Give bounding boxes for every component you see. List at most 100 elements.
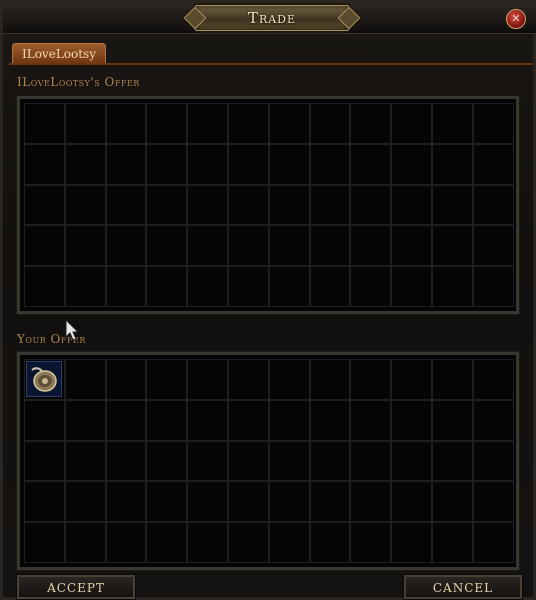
their-offer-slot[interactable] — [146, 103, 188, 144]
your-offer-slot[interactable] — [146, 522, 188, 563]
their-offer-slot[interactable] — [187, 266, 228, 307]
your-offer-slot[interactable] — [391, 481, 432, 523]
your-offer-slot[interactable] — [391, 440, 432, 482]
their-offer-slot[interactable] — [472, 143, 514, 185]
your-offer-slot[interactable] — [187, 359, 228, 400]
your-offer-slot[interactable] — [268, 440, 310, 482]
your-offer-slot[interactable] — [105, 440, 147, 482]
your-offer-slot[interactable] — [472, 359, 514, 400]
their-offer-slot[interactable] — [309, 184, 351, 226]
their-offer-slot[interactable] — [227, 103, 269, 144]
tab-player[interactable]: ILoveLootsy — [12, 43, 106, 64]
your-offer-slot[interactable] — [64, 399, 106, 441]
their-offer-slot[interactable] — [227, 266, 269, 307]
your-offer-slot[interactable] — [391, 359, 432, 400]
your-offer-slot[interactable] — [187, 522, 228, 563]
their-offer-slot[interactable] — [431, 143, 473, 185]
their-offer-slot[interactable] — [431, 184, 473, 226]
their-offer-slot[interactable] — [309, 103, 351, 144]
their-offer-slot[interactable] — [105, 143, 147, 185]
their-offer-slot[interactable] — [187, 103, 228, 144]
their-offer-slot[interactable] — [105, 266, 147, 307]
close-button[interactable]: ✕ — [506, 9, 526, 29]
your-offer-slot[interactable] — [309, 359, 351, 400]
your-offer-slot[interactable] — [431, 440, 473, 482]
your-offer-slot[interactable] — [64, 359, 106, 400]
their-offer-slot[interactable] — [227, 143, 269, 185]
their-offer-slot[interactable] — [350, 184, 392, 226]
your-offer-slot[interactable] — [105, 522, 147, 563]
their-offer-slot[interactable] — [309, 225, 351, 267]
your-offer-slot[interactable] — [309, 481, 351, 523]
your-offer-slot[interactable] — [472, 522, 514, 563]
their-offer-slot[interactable] — [431, 266, 473, 307]
their-offer-slot[interactable] — [268, 143, 310, 185]
your-offer-slot[interactable] — [350, 522, 392, 563]
their-offer-slot[interactable] — [350, 103, 392, 144]
your-offer-slot[interactable] — [64, 440, 106, 482]
their-offer-slot[interactable] — [24, 143, 65, 185]
their-offer-slot[interactable] — [105, 225, 147, 267]
your-offer-slot[interactable] — [227, 522, 269, 563]
your-offer-slot[interactable] — [472, 481, 514, 523]
your-offer-slot[interactable] — [24, 440, 65, 482]
your-offer-slot[interactable] — [268, 399, 310, 441]
your-offer-slot[interactable] — [187, 399, 228, 441]
your-offer-slot[interactable] — [431, 481, 473, 523]
accept-button[interactable]: ACCEPT — [17, 575, 135, 599]
their-offer-slot[interactable] — [146, 266, 188, 307]
their-offer-slot[interactable] — [146, 184, 188, 226]
your-offer-slot[interactable] — [431, 399, 473, 441]
your-offer-slot[interactable] — [64, 481, 106, 523]
their-offer-slot[interactable] — [64, 225, 106, 267]
their-offer-slot[interactable] — [391, 184, 432, 226]
your-offer-slot[interactable] — [309, 440, 351, 482]
their-offer-slot[interactable] — [227, 184, 269, 226]
their-offer-slot[interactable] — [309, 266, 351, 307]
their-offer-slot[interactable] — [64, 143, 106, 185]
their-offer-slot[interactable] — [309, 143, 351, 185]
their-offer-slot[interactable] — [268, 103, 310, 144]
their-offer-slot[interactable] — [268, 225, 310, 267]
their-offer-slot[interactable] — [391, 143, 432, 185]
your-offer-slot[interactable] — [309, 399, 351, 441]
your-offer-slot[interactable] — [309, 522, 351, 563]
your-offer-slot[interactable] — [391, 399, 432, 441]
their-offer-slot[interactable] — [146, 225, 188, 267]
their-offer-slot[interactable] — [105, 184, 147, 226]
their-offer-slot[interactable] — [472, 184, 514, 226]
their-offer-slot[interactable] — [64, 184, 106, 226]
your-offer-slot[interactable] — [24, 522, 65, 563]
their-offer-slot[interactable] — [350, 266, 392, 307]
your-offer-slot[interactable] — [431, 522, 473, 563]
their-offer-slot[interactable] — [350, 143, 392, 185]
their-offer-slot[interactable] — [24, 184, 65, 226]
your-offer-slot[interactable] — [105, 481, 147, 523]
your-offer-slot[interactable] — [227, 359, 269, 400]
their-offer-slot[interactable] — [391, 266, 432, 307]
your-offer-slot[interactable] — [472, 440, 514, 482]
your-offer-slot[interactable] — [227, 481, 269, 523]
your-offer-slot[interactable] — [187, 440, 228, 482]
your-offer-slot[interactable] — [268, 359, 310, 400]
their-offer-slot[interactable] — [64, 103, 106, 144]
your-offer-slot[interactable] — [391, 522, 432, 563]
their-offer-slot[interactable] — [187, 184, 228, 226]
their-offer-slot[interactable] — [64, 266, 106, 307]
your-offer-slot[interactable] — [146, 440, 188, 482]
your-offer-slot[interactable] — [350, 399, 392, 441]
their-offer-slot[interactable] — [268, 184, 310, 226]
cancel-button[interactable]: CANCEL — [404, 575, 522, 599]
their-offer-slot[interactable] — [105, 103, 147, 144]
your-offer-slot[interactable] — [227, 440, 269, 482]
your-offer-slot[interactable] — [105, 359, 147, 400]
their-offer-slot[interactable] — [24, 225, 65, 267]
your-offer-slot[interactable] — [146, 399, 188, 441]
their-offer-slot[interactable] — [391, 225, 432, 267]
their-offer-slot[interactable] — [268, 266, 310, 307]
your-offer-slot[interactable] — [431, 359, 473, 400]
amulet-item[interactable] — [26, 361, 62, 397]
their-offer-slot[interactable] — [431, 225, 473, 267]
their-offer-slot[interactable] — [187, 225, 228, 267]
their-offer-slot[interactable] — [472, 225, 514, 267]
